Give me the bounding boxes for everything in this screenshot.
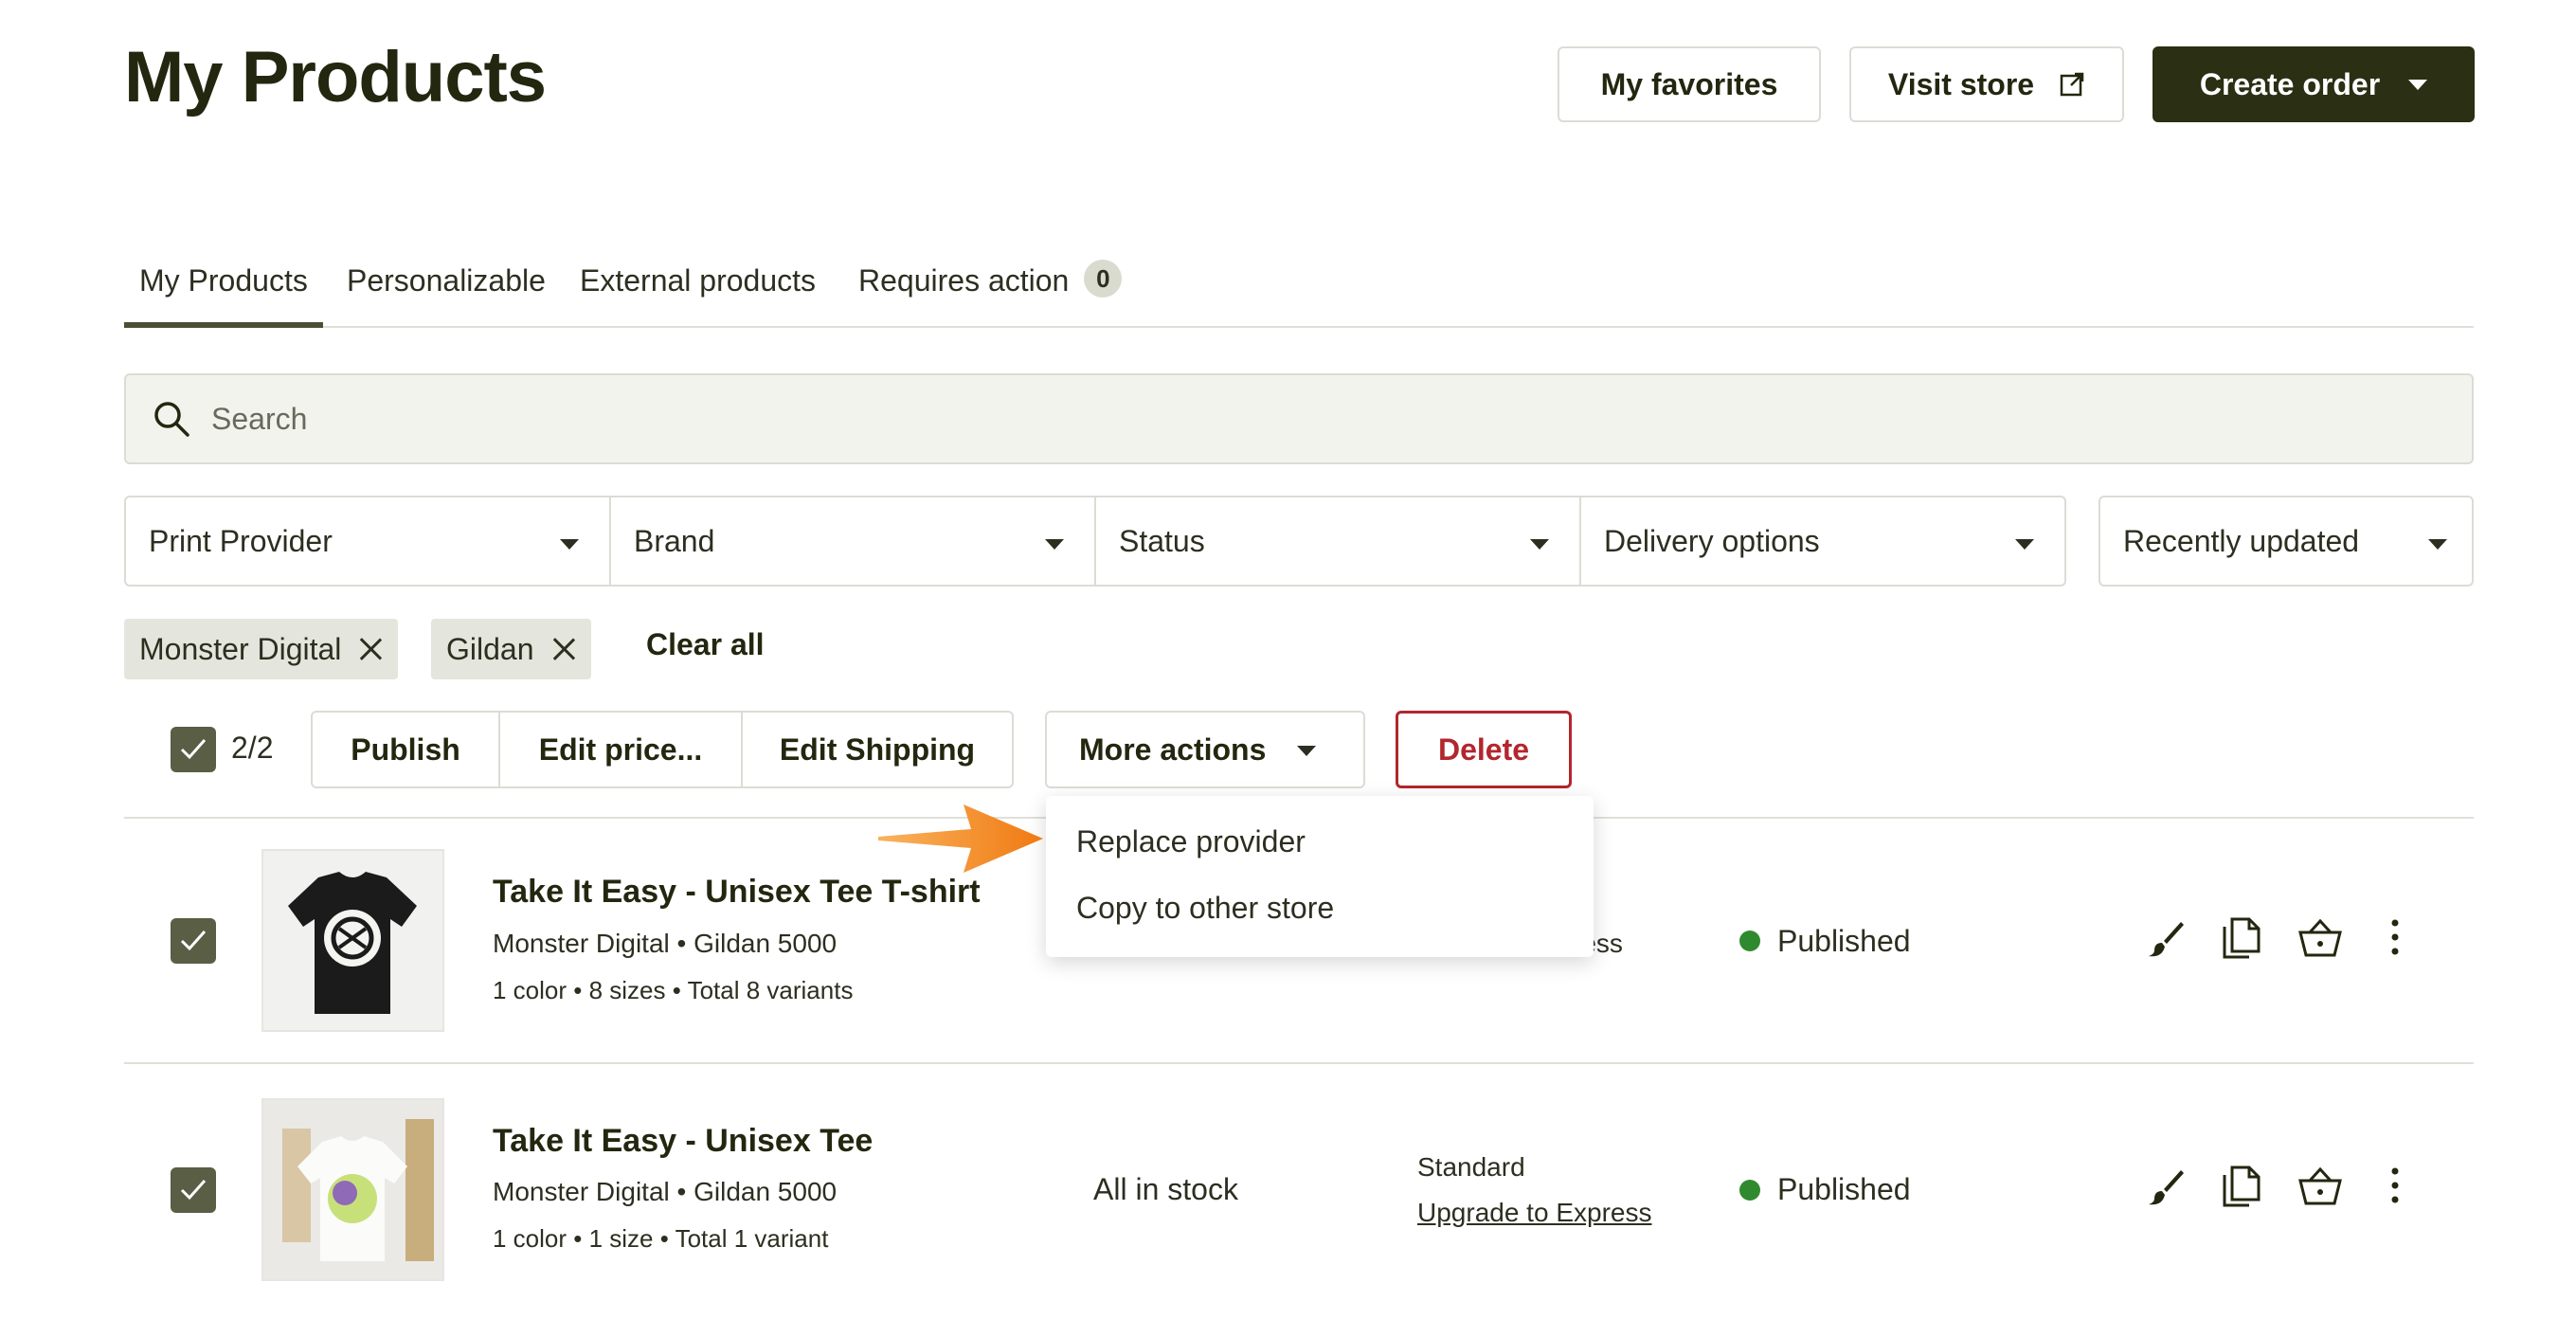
product-tabs: My Products Personalizable External prod… xyxy=(124,263,2474,328)
chevron-down-icon xyxy=(1045,539,1064,550)
checkmark-icon xyxy=(178,1175,208,1205)
filter-bar: Print Provider Brand Status Delivery opt… xyxy=(124,496,2066,587)
sort-selected-value: Recently updated xyxy=(2123,524,2359,559)
divider xyxy=(124,1062,2474,1064)
product-name[interactable]: Take It Easy - Unisex Tee T-shirt xyxy=(493,874,981,911)
create-order-label: Create order xyxy=(2200,67,2380,102)
requires-action-badge: 0 xyxy=(1084,260,1122,298)
my-favorites-button[interactable]: My favorites xyxy=(1558,46,1821,122)
basket-icon[interactable] xyxy=(2297,1165,2344,1207)
checkmark-icon xyxy=(178,926,208,956)
duplicate-icon[interactable] xyxy=(2221,1164,2262,1209)
row-checkbox[interactable] xyxy=(171,1167,216,1213)
upgrade-to-express-link[interactable]: Upgrade to Express xyxy=(1417,1198,1651,1228)
search-input[interactable]: Search xyxy=(124,373,2474,464)
chevron-down-icon xyxy=(1530,539,1549,550)
product-name[interactable]: Take It Easy - Unisex Tee xyxy=(493,1123,873,1160)
duplicate-icon[interactable] xyxy=(2221,915,2262,961)
clear-all-button[interactable]: Clear all xyxy=(646,627,765,662)
tab-requires-action[interactable]: Requires action 0 xyxy=(858,263,1122,324)
filter-label: Delivery options xyxy=(1604,524,1820,559)
sort-select[interactable]: Recently updated xyxy=(2099,496,2474,587)
tab-external-products[interactable]: External products xyxy=(580,263,816,324)
product-provider: Monster Digital • Gildan 5000 xyxy=(493,929,837,959)
tab-personalizable[interactable]: Personalizable xyxy=(347,263,546,324)
filter-print-provider[interactable]: Print Provider xyxy=(126,497,611,585)
product-thumbnail[interactable] xyxy=(261,1098,444,1281)
chip-label: Monster Digital xyxy=(139,632,341,667)
create-order-button[interactable]: Create order xyxy=(2153,46,2475,122)
tshirt-image xyxy=(263,1100,442,1279)
visit-store-label: Visit store xyxy=(1888,67,2034,102)
menu-item-replace-provider[interactable]: Replace provider xyxy=(1076,824,1306,859)
edit-shipping-button[interactable]: Edit Shipping xyxy=(743,713,1012,786)
row-checkbox[interactable] xyxy=(171,918,216,964)
status-dot xyxy=(1739,931,1760,951)
chevron-down-icon xyxy=(1297,746,1316,756)
filter-label: Status xyxy=(1119,524,1205,559)
publish-button[interactable]: Publish xyxy=(313,713,500,786)
filter-brand[interactable]: Brand xyxy=(611,497,1096,585)
status-badge: Published xyxy=(1777,1172,1911,1207)
chevron-down-icon xyxy=(560,539,579,550)
close-icon[interactable] xyxy=(551,637,576,661)
select-all-checkbox[interactable] xyxy=(171,727,216,772)
visit-store-button[interactable]: Visit store xyxy=(1849,46,2124,122)
product-variants: 1 color • 1 size • Total 1 variant xyxy=(493,1224,828,1254)
edit-brush-icon[interactable] xyxy=(2145,1166,2187,1208)
close-icon[interactable] xyxy=(358,637,383,661)
basket-icon[interactable] xyxy=(2297,917,2344,959)
more-actions-menu: Replace provider Copy to other store xyxy=(1046,796,1594,957)
status-badge: Published xyxy=(1777,924,1911,959)
more-actions-label: More actions xyxy=(1079,732,1266,768)
tab-label: Personalizable xyxy=(347,263,546,298)
edit-price-button[interactable]: Edit price... xyxy=(500,713,743,786)
status-dot xyxy=(1739,1180,1760,1201)
kebab-menu-icon[interactable] xyxy=(2389,1166,2401,1204)
edit-brush-icon[interactable] xyxy=(2145,918,2187,960)
chevron-down-icon xyxy=(2428,539,2447,550)
search-placeholder: Search xyxy=(211,402,307,437)
tab-my-products[interactable]: My Products xyxy=(139,263,308,324)
filter-delivery-options[interactable]: Delivery options xyxy=(1581,497,2064,585)
tab-label: External products xyxy=(580,263,816,298)
tab-label: My Products xyxy=(139,263,308,298)
chevron-down-icon xyxy=(2408,80,2427,90)
checkmark-icon xyxy=(178,734,208,765)
my-favorites-label: My favorites xyxy=(1601,67,1778,102)
bulk-action-group: Publish Edit price... Edit Shipping xyxy=(311,711,1014,788)
chip-label: Gildan xyxy=(446,632,534,667)
filter-status[interactable]: Status xyxy=(1096,497,1581,585)
product-thumbnail[interactable] xyxy=(261,849,444,1032)
filter-label: Print Provider xyxy=(149,524,333,559)
more-actions-button[interactable]: More actions xyxy=(1045,711,1365,788)
filter-chip-gildan: Gildan xyxy=(431,619,591,679)
chevron-down-icon xyxy=(2015,539,2034,550)
selected-count: 2/2 xyxy=(231,731,273,766)
menu-item-copy-to-other-store[interactable]: Copy to other store xyxy=(1076,891,1334,926)
search-icon xyxy=(153,400,190,438)
delivery-option: Standard xyxy=(1417,1152,1525,1183)
product-provider: Monster Digital • Gildan 5000 xyxy=(493,1177,837,1207)
filter-label: Brand xyxy=(634,524,714,559)
product-variants: 1 color • 8 sizes • Total 8 variants xyxy=(493,976,853,1005)
page-title: My Products xyxy=(124,36,546,118)
stock-status: All in stock xyxy=(1093,1172,1238,1207)
external-link-icon xyxy=(2059,71,2085,98)
filter-chip-monster-digital: Monster Digital xyxy=(124,619,398,679)
tab-label: Requires action xyxy=(858,263,1069,298)
delete-button[interactable]: Delete xyxy=(1396,711,1572,788)
pointer-arrow-icon xyxy=(876,801,1047,876)
tshirt-image xyxy=(263,851,442,1030)
kebab-menu-icon[interactable] xyxy=(2389,918,2401,956)
